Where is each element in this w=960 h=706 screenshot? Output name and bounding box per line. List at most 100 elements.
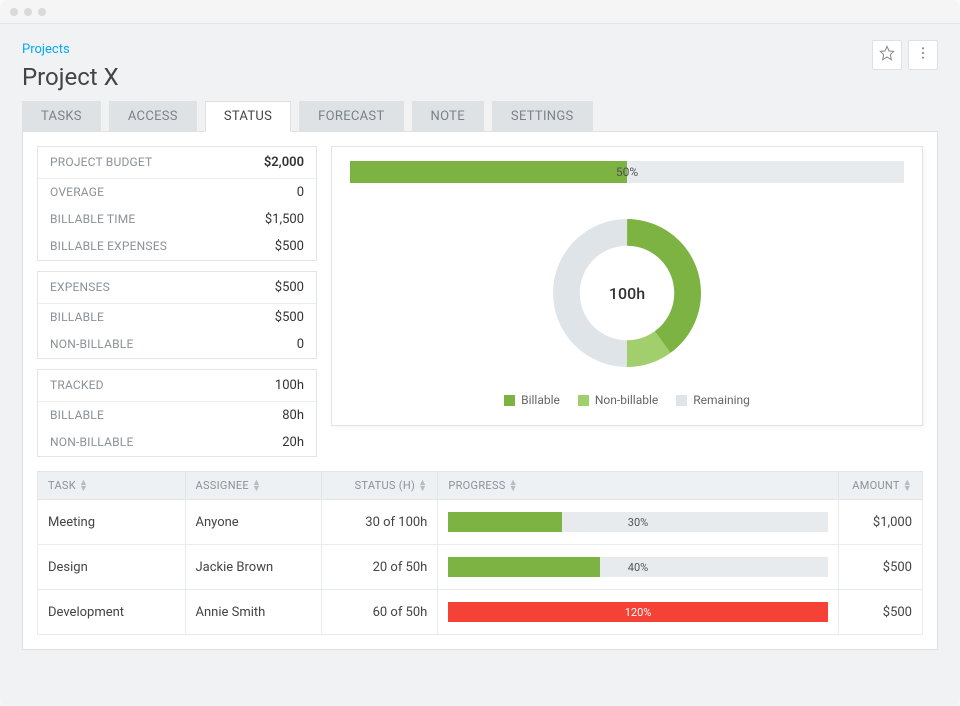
table-row[interactable]: DesignJackie Brown20 of 50h 40% $500 — [38, 545, 923, 590]
tracked-label: TRACKED — [50, 378, 104, 393]
status-panel: PROJECT BUDGET $2,000 OVERAGE 0 BILLABLE T… — [22, 131, 938, 650]
row-progress-label: 120% — [448, 602, 827, 622]
tracked-value: 100h — [275, 378, 304, 393]
cell-amount: $500 — [838, 545, 922, 590]
legend-remaining-label: Remaining — [693, 393, 750, 407]
cell-amount: $1,000 — [838, 500, 922, 545]
col-amount-label: AMOUNT — [852, 479, 900, 492]
row-progress-label: 30% — [448, 512, 827, 532]
sort-icon: ▲▼ — [418, 480, 427, 492]
table-row[interactable]: DevelopmentAnnie Smith60 of 50h 120% $500 — [38, 590, 923, 635]
tabs: TASKS ACCESS STATUS FORECAST NOTE SETTINGS — [22, 101, 938, 132]
stat-label: NON-BILLABLE — [50, 337, 133, 352]
stat-label: OVERAGE — [50, 185, 104, 200]
row-progress-bar: 40% — [448, 557, 827, 577]
kebab-icon — [915, 45, 931, 65]
cell-task: Design — [38, 545, 186, 590]
tracked-card: TRACKED 100h BILLABLE 80h NON-BILLABLE20h — [37, 369, 317, 457]
favorite-button[interactable] — [872, 40, 902, 70]
stat-row: BILLABLE $500 — [38, 304, 316, 331]
stat-value: 80h — [282, 408, 304, 423]
cell-assignee: Annie Smith — [185, 590, 322, 635]
cell-assignee: Anyone — [185, 500, 322, 545]
tab-status[interactable]: STATUS — [205, 101, 291, 132]
breadcrumb-projects[interactable]: Projects — [22, 42, 938, 57]
legend-remaining: Remaining — [676, 393, 750, 407]
col-assignee-label: ASSIGNEE — [196, 479, 249, 492]
app-window: Projects Project X TASKS ACCESS STATUS FORE… — [0, 0, 960, 706]
traffic-light-close[interactable] — [10, 8, 18, 16]
page-title: Project X — [22, 63, 938, 91]
chart-card: 50% 100h Billable Non-bil — [331, 146, 923, 426]
stat-row: BILLABLE TIME $1,500 — [38, 206, 316, 233]
legend-nonbillable-label: Non-billable — [595, 393, 658, 407]
overall-progress-bar: 50% — [350, 161, 904, 183]
col-amount[interactable]: AMOUNT▲▼ — [838, 472, 922, 500]
sort-icon: ▲▼ — [509, 480, 518, 492]
stat-label: BILLABLE EXPENSES — [50, 239, 167, 254]
budget-value: $2,000 — [264, 155, 304, 170]
tab-access[interactable]: ACCESS — [109, 101, 197, 132]
budget-label: PROJECT BUDGET — [50, 155, 152, 170]
cell-task: Meeting — [38, 500, 186, 545]
tab-settings[interactable]: SETTINGS — [492, 101, 593, 132]
sort-icon: ▲▼ — [79, 480, 88, 492]
more-options-button[interactable] — [908, 40, 938, 70]
stat-label: BILLABLE — [50, 408, 104, 423]
stat-label: BILLABLE — [50, 310, 104, 325]
swatch-nonbillable-icon — [578, 395, 589, 406]
sort-icon: ▲▼ — [252, 480, 261, 492]
row-progress-bar: 30% — [448, 512, 827, 532]
tab-forecast[interactable]: FORECAST — [299, 101, 403, 132]
expenses-card: EXPENSES $500 BILLABLE $500 NON-BILLABLE 0 — [37, 271, 317, 359]
col-status[interactable]: STATUS (h)▲▼ — [322, 472, 438, 500]
stat-value: 0 — [297, 185, 304, 200]
stat-value: $500 — [275, 310, 304, 325]
stat-value: $500 — [275, 239, 304, 254]
col-progress-label: PROGRESS — [448, 479, 505, 492]
stat-label: BILLABLE TIME — [50, 212, 135, 227]
col-status-label: STATUS (h) — [355, 479, 416, 492]
legend-billable-label: Billable — [521, 393, 560, 407]
cell-progress: 40% — [438, 545, 838, 590]
cell-status: 30 of 100h — [322, 500, 438, 545]
cell-task: Development — [38, 590, 186, 635]
donut-center-label: 100h — [609, 284, 645, 303]
tab-note[interactable]: NOTE — [412, 101, 484, 132]
stat-label: NON-BILLABLE — [50, 435, 133, 450]
row-progress-label: 40% — [448, 557, 827, 577]
cell-amount: $500 — [838, 590, 922, 635]
cell-progress: 30% — [438, 500, 838, 545]
expenses-label: EXPENSES — [50, 280, 110, 295]
stat-row: OVERAGE 0 — [38, 179, 316, 206]
col-progress[interactable]: PROGRESS ▲▼ — [438, 472, 838, 500]
col-task-label: TASK — [48, 479, 76, 492]
chart-legend: Billable Non-billable Remaining — [350, 393, 904, 407]
expenses-value: $500 — [275, 280, 304, 295]
swatch-remaining-icon — [676, 395, 687, 406]
stat-row: NON-BILLABLE20h — [38, 429, 316, 456]
col-task[interactable]: TASK▲▼ — [38, 472, 186, 500]
tab-tasks[interactable]: TASKS — [22, 101, 101, 132]
table-row[interactable]: MeetingAnyone30 of 100h 30% $1,000 — [38, 500, 923, 545]
window-titlebar — [0, 0, 960, 24]
stat-value: $1,500 — [265, 212, 304, 227]
legend-billable: Billable — [504, 393, 560, 407]
row-progress-bar: 120% — [448, 602, 827, 622]
cell-status: 60 of 50h — [322, 590, 438, 635]
swatch-billable-icon — [504, 395, 515, 406]
cell-progress: 120% — [438, 590, 838, 635]
cell-status: 20 of 50h — [322, 545, 438, 590]
traffic-light-minimize[interactable] — [24, 8, 32, 16]
sort-icon: ▲▼ — [903, 480, 912, 492]
budget-card: PROJECT BUDGET $2,000 OVERAGE 0 BILLABLE T… — [37, 146, 317, 261]
cell-assignee: Jackie Brown — [185, 545, 322, 590]
traffic-light-zoom[interactable] — [38, 8, 46, 16]
star-icon — [879, 45, 895, 65]
overall-progress-label: 50% — [350, 161, 904, 183]
stat-row: BILLABLE EXPENSES $500 — [38, 233, 316, 260]
col-assignee[interactable]: ASSIGNEE▲▼ — [185, 472, 322, 500]
legend-nonbillable: Non-billable — [578, 393, 658, 407]
stat-row: BILLABLE 80h — [38, 402, 316, 429]
stat-value: 0 — [297, 337, 304, 352]
